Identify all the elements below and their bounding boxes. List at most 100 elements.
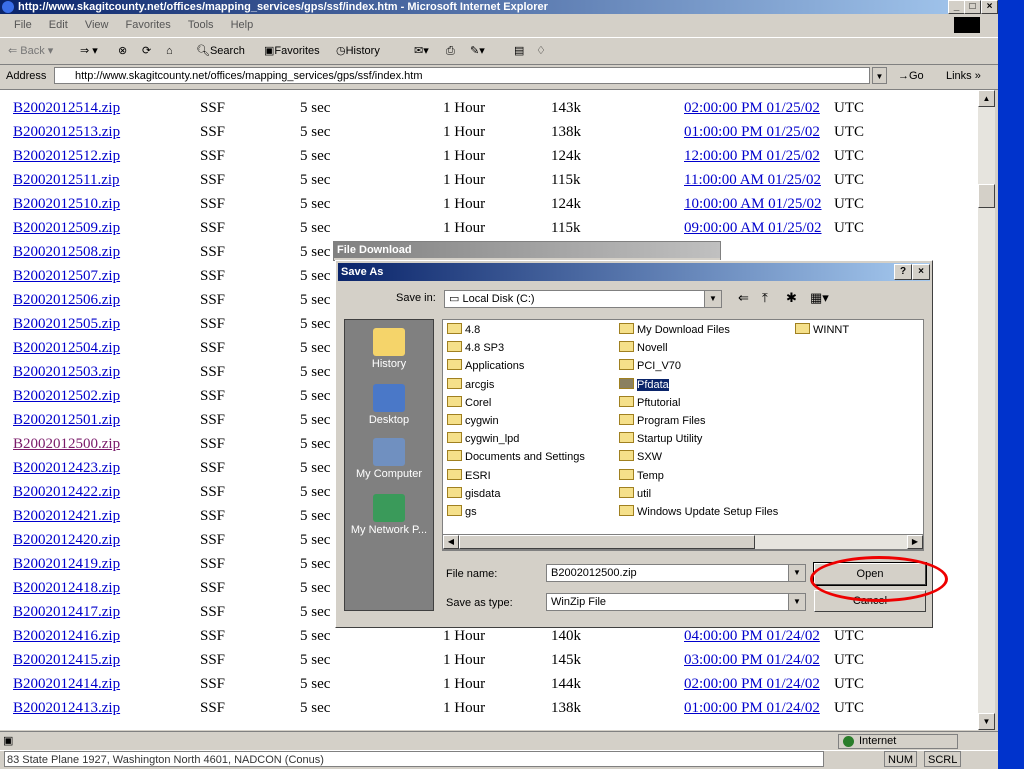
folder-item[interactable]: WINNT: [795, 323, 849, 338]
folder-item[interactable]: Windows Update Setup Files: [619, 505, 778, 520]
print-icon[interactable]: ⎙: [446, 38, 455, 64]
file-link[interactable]: B2002012416.zip: [13, 628, 120, 645]
time-link[interactable]: 03:00:00 PM 01/24/02: [684, 652, 820, 669]
folder-list[interactable]: 4.8 4.8 SP3 Applications arcgis Corel cygwin c…: [442, 319, 924, 551]
forward-button[interactable]: ⇒ ▾: [80, 38, 98, 64]
folder-item[interactable]: SXW: [619, 450, 662, 465]
file-link[interactable]: B2002012421.zip: [13, 508, 120, 525]
folder-item[interactable]: util: [619, 486, 651, 502]
folder-item[interactable]: arcgis: [447, 377, 494, 393]
file-link[interactable]: B2002012513.zip: [13, 124, 120, 141]
scroll-right-icon[interactable]: ▶: [907, 535, 923, 549]
scroll-thumb[interactable]: [978, 184, 995, 208]
file-link[interactable]: B2002012418.zip: [13, 580, 120, 597]
scroll-left-icon[interactable]: ◀: [443, 535, 459, 549]
home-icon[interactable]: ⌂: [166, 38, 173, 64]
links-button[interactable]: Links »: [946, 64, 981, 89]
folder-item[interactable]: cygwin_lpd: [447, 432, 519, 447]
file-link[interactable]: B2002012423.zip: [13, 460, 120, 477]
menu-help[interactable]: Help: [231, 19, 254, 31]
file-link[interactable]: B2002012420.zip: [13, 532, 120, 549]
go-button[interactable]: →Go: [898, 64, 924, 89]
save-in-arrow-icon[interactable]: ▼: [704, 291, 721, 307]
time-link[interactable]: 04:00:00 PM 01/24/02: [684, 628, 820, 645]
file-link[interactable]: B2002012502.zip: [13, 388, 120, 405]
file-link[interactable]: B2002012505.zip: [13, 316, 120, 333]
time-link[interactable]: 02:00:00 PM 01/24/02: [684, 676, 820, 693]
folder-item[interactable]: ESRI: [447, 468, 491, 484]
menu-favorites[interactable]: Favorites: [126, 19, 171, 31]
maximize-button[interactable]: □: [964, 0, 981, 14]
file-link[interactable]: B2002012422.zip: [13, 484, 120, 501]
file-name-input[interactable]: B2002012500.zip ▼: [546, 564, 806, 582]
menu-view[interactable]: View: [85, 19, 109, 31]
save-type-arrow-icon[interactable]: ▼: [788, 594, 805, 610]
new-folder-icon[interactable]: ✱: [786, 290, 797, 306]
help-button[interactable]: ?: [894, 264, 912, 280]
search-button[interactable]: 🔍︎Search: [196, 38, 245, 64]
folder-item[interactable]: Documents and Settings: [447, 450, 585, 465]
favorites-button[interactable]: ▣Favorites: [264, 38, 320, 64]
back-folder-icon[interactable]: ⇐: [738, 290, 749, 306]
horizontal-scrollbar[interactable]: ◀ ▶: [442, 534, 924, 550]
view-menu-icon[interactable]: ▦▾: [810, 290, 829, 306]
folder-item[interactable]: PCI_V70: [619, 359, 681, 374]
folder-item[interactable]: Corel: [447, 395, 491, 411]
minimize-button[interactable]: _: [948, 0, 965, 14]
up-folder-icon[interactable]: ⤒: [762, 290, 768, 306]
file-link[interactable]: B2002012504.zip: [13, 340, 120, 357]
mail-icon[interactable]: ✉▾: [414, 38, 429, 64]
file-link[interactable]: B2002012507.zip: [13, 268, 120, 285]
save-in-dropdown[interactable]: ▭ Local Disk (C:) ▼: [444, 290, 722, 308]
place-desktop[interactable]: Desktop: [345, 384, 433, 426]
discuss-icon[interactable]: ▤: [514, 38, 524, 64]
menu-tools[interactable]: Tools: [188, 19, 214, 31]
refresh-icon[interactable]: ⟳: [142, 38, 151, 64]
folder-item[interactable]: Applications: [447, 359, 524, 374]
time-link[interactable]: 01:00:00 PM 01/24/02: [684, 700, 820, 717]
time-link[interactable]: 02:00:00 PM 01/25/02: [684, 100, 820, 117]
folder-item[interactable]: cygwin: [447, 414, 499, 429]
file-link[interactable]: B2002012514.zip: [13, 100, 120, 117]
file-link[interactable]: B2002012417.zip: [13, 604, 120, 621]
folder-item[interactable]: 4.8: [447, 323, 480, 338]
folder-item[interactable]: Program Files: [619, 414, 705, 429]
file-link[interactable]: B2002012503.zip: [13, 364, 120, 381]
file-link[interactable]: B2002012509.zip: [13, 220, 120, 237]
file-link[interactable]: B2002012511.zip: [13, 172, 120, 189]
time-link[interactable]: 10:00:00 AM 01/25/02: [684, 196, 822, 213]
dialog-close-button[interactable]: ×: [912, 264, 930, 280]
horizontal-scroll-thumb[interactable]: [459, 535, 755, 549]
history-button[interactable]: ◷History: [336, 38, 380, 64]
file-link[interactable]: B2002012500.zip: [13, 436, 120, 453]
address-dropdown-icon[interactable]: ▼: [872, 67, 887, 84]
time-link[interactable]: 12:00:00 PM 01/25/02: [684, 148, 820, 165]
place-my-computer[interactable]: My Computer: [345, 438, 433, 480]
folder-item[interactable]: gs: [447, 505, 477, 520]
file-link[interactable]: B2002012512.zip: [13, 148, 120, 165]
messenger-icon[interactable]: ♢: [536, 38, 546, 64]
folder-item[interactable]: Pfdata: [619, 377, 669, 393]
file-link[interactable]: B2002012510.zip: [13, 196, 120, 213]
vertical-scrollbar[interactable]: ▲ ▼: [978, 90, 995, 730]
file-link[interactable]: B2002012414.zip: [13, 676, 120, 693]
folder-item[interactable]: My Download Files: [619, 323, 730, 338]
scroll-down-icon[interactable]: ▼: [978, 713, 995, 730]
address-input[interactable]: http://www.skagitcounty.net/offices/mapp…: [54, 67, 870, 84]
close-button[interactable]: ×: [981, 0, 998, 14]
edit-icon[interactable]: ✎▾: [470, 38, 485, 64]
folder-item[interactable]: 4.8 SP3: [447, 341, 504, 356]
menu-edit[interactable]: Edit: [49, 19, 68, 31]
folder-item[interactable]: Pftutorial: [619, 395, 680, 411]
time-link[interactable]: 11:00:00 AM 01/25/02: [684, 172, 821, 189]
file-link[interactable]: B2002012413.zip: [13, 700, 120, 717]
menu-file[interactable]: File: [14, 19, 32, 31]
file-link[interactable]: B2002012415.zip: [13, 652, 120, 669]
file-name-arrow-icon[interactable]: ▼: [788, 565, 805, 581]
file-link[interactable]: B2002012508.zip: [13, 244, 120, 261]
file-link[interactable]: B2002012419.zip: [13, 556, 120, 573]
scroll-up-icon[interactable]: ▲: [978, 90, 995, 107]
folder-item[interactable]: Novell: [619, 341, 668, 356]
folder-item[interactable]: Temp: [619, 468, 664, 484]
save-type-select[interactable]: WinZip File ▼: [546, 593, 806, 611]
